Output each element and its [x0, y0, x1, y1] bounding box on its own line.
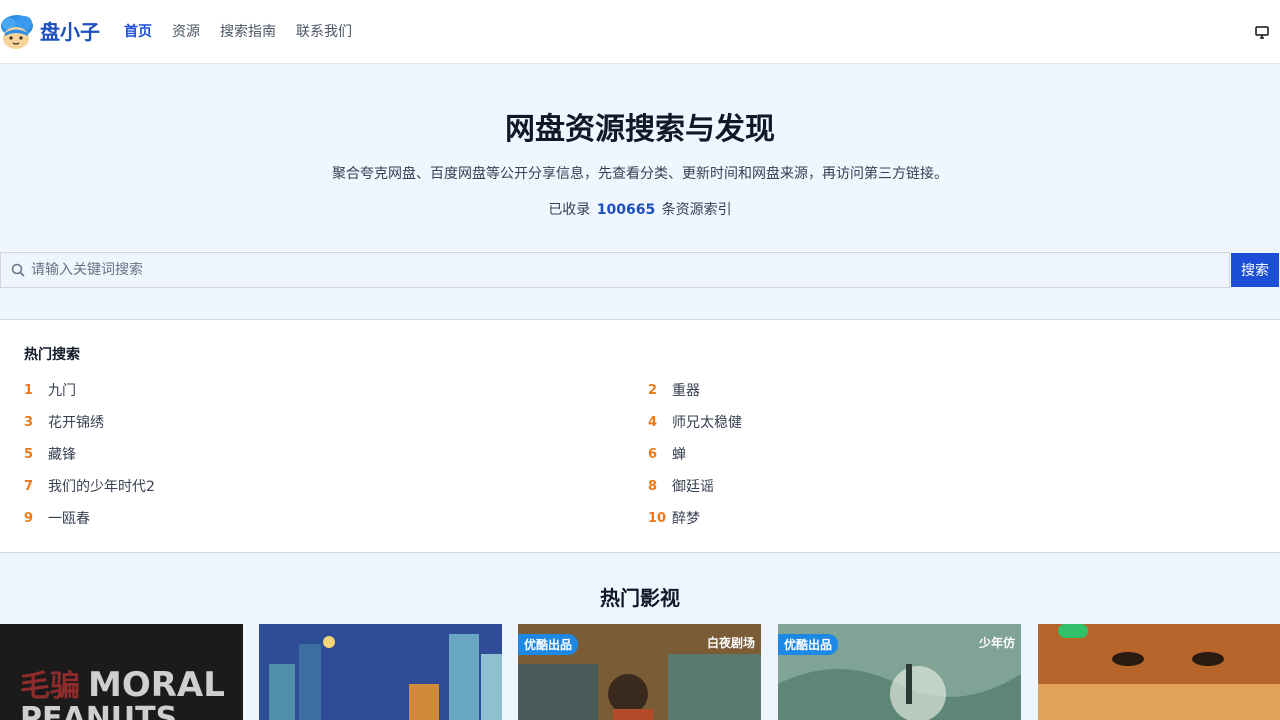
search-input[interactable]: [31, 253, 1221, 287]
hot-search-term[interactable]: 我们的少年时代2: [48, 476, 155, 496]
hot-search-term[interactable]: 一瓯春: [48, 508, 90, 528]
hot-search-item[interactable]: 6 蝉: [648, 443, 686, 465]
nav-home[interactable]: 首页: [124, 22, 152, 42]
poster-art: [259, 624, 502, 720]
hot-search-item[interactable]: 2 重器: [648, 379, 700, 401]
top-header: 盘小子 首页 资源 搜索指南 联系我们: [0, 0, 1280, 64]
hot-search-term[interactable]: 九门: [48, 380, 76, 400]
hot-search-rank: 8: [648, 478, 658, 494]
poster-art: [1038, 624, 1280, 720]
count-suffix: 条资源索引: [661, 202, 732, 218]
hot-search-term[interactable]: 醉梦: [672, 508, 700, 528]
hot-searches-section: 热门搜索 1 九门 2 重器 3 花开锦绣 4 师兄太稳健 5 藏锋 6 蝉 7…: [0, 320, 1280, 553]
poster-title-en: MORAL: [88, 665, 225, 705]
hot-search-item[interactable]: 7 我们的少年时代2: [24, 475, 155, 497]
count-prefix: 已收录: [548, 202, 591, 218]
nav-contact[interactable]: 联系我们: [296, 22, 352, 42]
poster-tag-right: 少年仿: [978, 636, 1015, 650]
hot-search-rank: 10: [648, 510, 667, 526]
hot-search-item[interactable]: 10 醉梦: [648, 507, 700, 529]
film-poster-4[interactable]: 优酷出品 少年仿: [778, 624, 1021, 720]
search-bar: 搜索: [0, 252, 1280, 288]
hot-search-item[interactable]: 5 藏锋: [24, 443, 76, 465]
film-poster-5[interactable]: [1038, 624, 1280, 720]
hot-search-term[interactable]: 御廷谣: [672, 476, 714, 496]
hot-search-item[interactable]: 8 御廷谣: [648, 475, 714, 497]
hot-search-term[interactable]: 师兄太稳健: [672, 412, 742, 432]
hot-search-rank: 1: [24, 382, 34, 398]
hot-search-rank: 9: [24, 510, 34, 526]
logo-icon[interactable]: [0, 14, 34, 50]
hot-search-rank: 7: [24, 478, 34, 494]
hot-search-rank: 3: [24, 414, 34, 430]
search-box: [0, 252, 1230, 288]
hot-searches-title: 热门搜索: [24, 347, 80, 363]
hot-search-item[interactable]: 9 一瓯春: [24, 507, 90, 529]
poster-tag-right: 白夜剧场: [706, 636, 755, 650]
main-nav: 首页 资源 搜索指南 联系我们: [124, 22, 352, 42]
page-subtitle: 聚合夸克网盘、百度网盘等公开分享信息，先查看分类、更新时间和网盘来源，再访问第三…: [332, 166, 948, 182]
hot-search-rank: 2: [648, 382, 658, 398]
monitor-icon[interactable]: [1254, 24, 1270, 40]
hero-section: 网盘资源搜索与发现 聚合夸克网盘、百度网盘等公开分享信息，先查看分类、更新时间和…: [0, 64, 1280, 320]
poster-title-cn: 毛骗: [20, 669, 80, 704]
poster-title-en2: PEANUTS: [20, 701, 177, 720]
count-value: 100665: [596, 202, 656, 218]
resource-count: 已收录 100665 条资源索引: [0, 200, 1280, 220]
hot-search-item[interactable]: 1 九门: [24, 379, 76, 401]
nav-resources[interactable]: 资源: [172, 22, 200, 42]
hot-search-term[interactable]: 花开锦绣: [48, 412, 104, 432]
film-poster-1[interactable]: 毛骗 MORAL PEANUTS: [0, 624, 243, 720]
poster-tag: 优酷出品: [518, 634, 579, 655]
poster-tag: 优酷出品: [778, 634, 839, 655]
page-title: 网盘资源搜索与发现: [505, 112, 775, 147]
hot-search-term[interactable]: 蝉: [672, 444, 686, 464]
hot-search-term[interactable]: 重器: [672, 380, 700, 400]
hot-films-section: 热门影视 毛骗 MORAL PEANUTS 优酷出品 白夜剧场 优酷出品 少年仿: [0, 553, 1280, 720]
brand-name[interactable]: 盘小子: [40, 19, 100, 45]
poster-art: 毛骗 MORAL PEANUTS: [0, 624, 243, 720]
film-poster-3[interactable]: 优酷出品 白夜剧场: [518, 624, 761, 720]
hot-search-item[interactable]: 3 花开锦绣: [24, 411, 104, 433]
hot-search-item[interactable]: 4 师兄太稳健: [648, 411, 742, 433]
search-button[interactable]: 搜索: [1231, 253, 1279, 287]
hot-films-title: 热门影视: [600, 586, 680, 610]
film-poster-2[interactable]: [259, 624, 502, 720]
hot-search-rank: 4: [648, 414, 658, 430]
hot-search-rank: 6: [648, 446, 658, 462]
nav-search-guide[interactable]: 搜索指南: [220, 22, 276, 42]
search-icon: [11, 263, 25, 277]
hot-search-rank: 5: [24, 446, 34, 462]
hot-search-term[interactable]: 藏锋: [48, 444, 76, 464]
